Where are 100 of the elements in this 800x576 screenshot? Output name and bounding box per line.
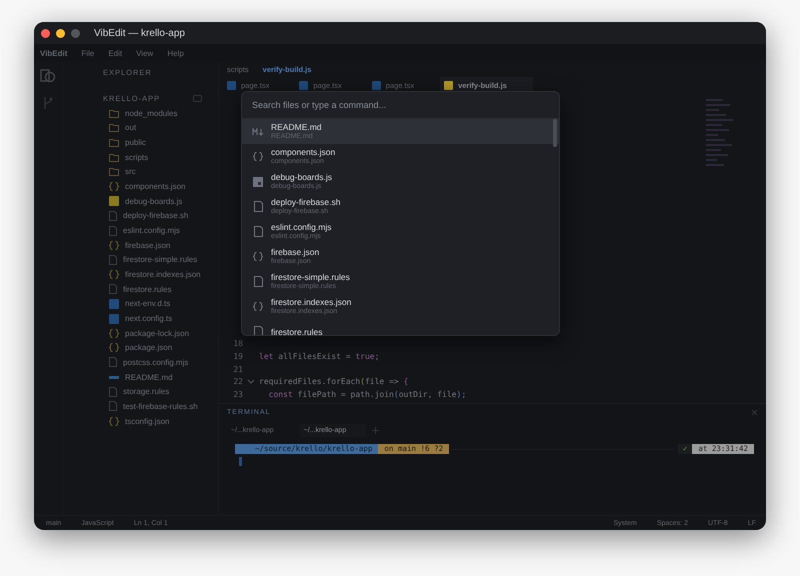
menu-item[interactable]: File bbox=[81, 48, 94, 58]
file-name: components.json bbox=[125, 182, 186, 192]
code-line: let allFilesExist = true; bbox=[259, 352, 380, 362]
file-tree-item[interactable]: firebase.json bbox=[77, 238, 218, 253]
file-name: node_modules bbox=[125, 108, 178, 118]
code-line: const filePath = path.join(outDir, file); bbox=[268, 390, 466, 400]
line-number: 18 bbox=[232, 339, 243, 348]
file-name: firestore.indexes.json bbox=[125, 270, 201, 280]
file-tree-item[interactable]: next.config.ts bbox=[77, 311, 218, 326]
menu-item[interactable]: VibEdit bbox=[40, 48, 68, 58]
file-tree-item[interactable]: firestore.rules bbox=[77, 282, 218, 297]
file-icon bbox=[109, 386, 117, 397]
files-icon[interactable] bbox=[40, 68, 56, 84]
file-tree-item[interactable]: next-env.d.ts bbox=[77, 296, 218, 312]
file-name: scripts bbox=[125, 152, 148, 162]
file-icon bbox=[254, 276, 262, 287]
close-icon[interactable] bbox=[751, 408, 758, 416]
line-number: 22 bbox=[232, 377, 243, 386]
fold-chevron-icon[interactable] bbox=[247, 378, 255, 385]
js-file-icon bbox=[444, 80, 454, 90]
branch-icon[interactable] bbox=[42, 96, 54, 110]
file-icon bbox=[109, 284, 117, 294]
file-name: README.md bbox=[271, 122, 322, 132]
file-tree-item[interactable]: firestore-simple.rules bbox=[77, 252, 218, 268]
braces-icon bbox=[109, 416, 119, 426]
file-name: postcss.config.mjs bbox=[123, 358, 188, 367]
file-name: firestore-simple.rules bbox=[123, 255, 198, 264]
menu-item[interactable]: Edit bbox=[108, 48, 122, 58]
file-result[interactable]: firestore.rules bbox=[242, 319, 559, 335]
file-name: deploy-firebase.sh bbox=[271, 197, 340, 207]
ts-file-icon bbox=[227, 80, 236, 90]
file-name: eslint.config.mjs bbox=[123, 226, 180, 236]
file-tree-item[interactable]: README.md bbox=[77, 370, 218, 384]
file-tree-item[interactable]: debug-boards.js bbox=[77, 194, 218, 209]
file-tree-item[interactable]: tsconfig.json bbox=[77, 414, 218, 428]
file-tree-item[interactable]: package-lock.json bbox=[77, 326, 218, 340]
braces-icon bbox=[109, 270, 119, 280]
minimap[interactable] bbox=[706, 99, 736, 166]
file-name: package-lock.json bbox=[125, 328, 190, 338]
file-icon bbox=[109, 254, 117, 265]
braces-icon bbox=[109, 343, 119, 352]
file-tree-item[interactable]: firestore.indexes.json bbox=[77, 267, 218, 282]
zoom-button[interactable] bbox=[71, 28, 80, 38]
file-name: out bbox=[125, 123, 136, 132]
braces-icon bbox=[109, 240, 119, 250]
file-icon bbox=[254, 201, 262, 212]
ts-file-icon bbox=[109, 314, 119, 324]
file-tree-item[interactable]: deploy-firebase.sh bbox=[77, 208, 218, 224]
file-name: package.json bbox=[125, 343, 172, 352]
file-name: firebase.json bbox=[125, 240, 170, 250]
file-tree-item[interactable]: node_modules bbox=[77, 106, 218, 121]
file-tree-item[interactable]: scripts bbox=[77, 150, 218, 165]
file-name: README.md bbox=[125, 372, 173, 382]
file-icon bbox=[254, 326, 262, 335]
file-name: next-env.d.ts bbox=[125, 299, 170, 308]
file-name: deploy-firebase.sh bbox=[123, 211, 188, 220]
file-name: components.json bbox=[271, 147, 336, 157]
file-tree-item[interactable]: out bbox=[77, 120, 218, 136]
file-name: tsconfig.json bbox=[125, 416, 170, 426]
braces-icon bbox=[253, 152, 263, 161]
file-tree-item[interactable]: public bbox=[77, 135, 218, 150]
menu-item[interactable]: Help bbox=[167, 48, 184, 58]
file-name: next.config.ts bbox=[125, 314, 172, 324]
add-icon[interactable] bbox=[372, 426, 380, 434]
file-name: test-firebase-rules.sh bbox=[123, 402, 198, 411]
file-name: storage.rules bbox=[123, 387, 170, 396]
file-tree-item[interactable]: src bbox=[77, 164, 218, 180]
file-tree-item[interactable]: components.json bbox=[77, 179, 218, 194]
line-number: 19 bbox=[232, 352, 243, 362]
file-tree-item[interactable]: test-firebase-rules.sh bbox=[77, 399, 218, 414]
js-file-icon bbox=[109, 196, 119, 206]
file-name: debug-boards.js bbox=[271, 172, 332, 182]
ts-file-icon bbox=[109, 298, 119, 309]
close-button[interactable] bbox=[41, 28, 50, 38]
file-tree-item[interactable]: postcss.config.mjs bbox=[77, 355, 218, 370]
file-tree-item[interactable]: eslint.config.mjs bbox=[77, 223, 218, 238]
file-icon bbox=[254, 226, 262, 237]
line-number: 23 bbox=[232, 390, 243, 400]
braces-icon bbox=[253, 252, 263, 261]
code-line: requiredFiles.forEach(file => { bbox=[259, 377, 408, 386]
file-tree-item[interactable]: package.json bbox=[77, 340, 218, 356]
ts-file-icon bbox=[372, 80, 381, 90]
file-name: firestore.indexes.json bbox=[271, 297, 352, 307]
file-tree-item[interactable]: storage.rules bbox=[77, 384, 218, 400]
ts-file-icon bbox=[299, 80, 308, 90]
file-name: public bbox=[125, 138, 146, 148]
minimize-button[interactable] bbox=[56, 28, 65, 38]
file-icon bbox=[109, 401, 117, 412]
file-name: firestore.rules bbox=[271, 326, 322, 335]
menu-item[interactable]: View bbox=[136, 48, 154, 58]
braces-icon bbox=[253, 302, 263, 311]
file-name: src bbox=[125, 167, 136, 176]
file-icon bbox=[109, 210, 117, 221]
window-title: VibEdit — krello-app bbox=[94, 28, 185, 38]
collapse-icon[interactable] bbox=[193, 94, 202, 102]
braces-icon bbox=[109, 328, 119, 338]
terminal-cursor bbox=[239, 457, 242, 466]
file-name: firestore.rules bbox=[123, 284, 172, 294]
file-icon bbox=[109, 357, 117, 368]
file-name: firestore-simple.rules bbox=[271, 272, 350, 282]
